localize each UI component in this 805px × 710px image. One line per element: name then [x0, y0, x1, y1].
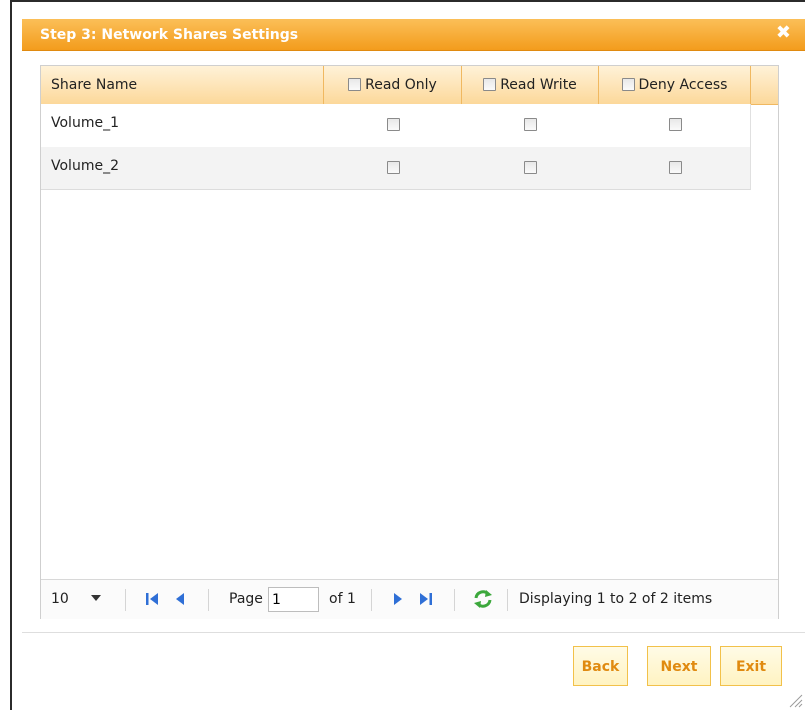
deny-access-checkbox[interactable]: [668, 160, 682, 174]
read-only-checkbox[interactable]: [386, 160, 400, 174]
read-only-cell: [324, 104, 462, 147]
read-write-checkbox[interactable]: [524, 160, 537, 174]
deny-access-cell: [599, 104, 751, 147]
shares-grid: Share Name Read Only Read Write Deny Acc…: [40, 65, 779, 619]
pager-separator: [371, 589, 372, 611]
grid-pager: 10 Page of 1: [41, 579, 778, 619]
pager-separator: [208, 589, 209, 611]
last-page-icon[interactable]: [419, 592, 433, 606]
table-row[interactable]: Volume_2: [41, 147, 751, 190]
read-only-cell: [324, 147, 462, 190]
read-only-select-all-checkbox[interactable]: [348, 77, 362, 91]
page-count-label: of 1: [329, 591, 356, 607]
refresh-icon[interactable]: [473, 589, 493, 609]
column-header-read-write: Read Write: [462, 66, 599, 104]
pager-separator: [125, 589, 126, 611]
deny-access-checkbox[interactable]: [668, 117, 682, 131]
column-header-read-only: Read Only: [324, 66, 462, 104]
column-header-spacer: [751, 66, 778, 104]
pager-status-text: Displaying 1 to 2 of 2 items: [519, 591, 713, 607]
exit-button[interactable]: Exit: [720, 646, 782, 686]
network-shares-dialog: Step 3: Network Shares Settings ✖ Share …: [22, 19, 805, 710]
deny-access-select-all-checkbox[interactable]: [621, 77, 635, 91]
page-label: Page: [229, 591, 263, 607]
column-header-label: Share Name: [51, 77, 138, 93]
share-name-cell: Volume_1: [51, 115, 119, 131]
column-header-label: Read Only: [365, 77, 437, 93]
resize-grip-icon[interactable]: [787, 692, 803, 708]
next-page-icon[interactable]: [393, 592, 403, 606]
footer-divider: [22, 632, 805, 633]
page-size-value[interactable]: 10: [51, 591, 69, 607]
column-header-deny-access: Deny Access: [599, 66, 751, 104]
dialog-title: Step 3: Network Shares Settings: [40, 27, 299, 43]
share-name-cell: Volume_2: [51, 158, 119, 174]
pager-separator: [454, 589, 455, 611]
read-write-cell: [462, 104, 599, 147]
read-write-cell: [462, 147, 599, 190]
dialog-titlebar[interactable]: Step 3: Network Shares Settings ✖: [22, 19, 805, 51]
page-number-input[interactable]: [268, 587, 319, 612]
table-row[interactable]: Volume_1: [41, 104, 751, 147]
window-frame-top: [10, 0, 805, 2]
back-button[interactable]: Back: [573, 646, 628, 686]
read-write-select-all-checkbox[interactable]: [483, 77, 497, 91]
read-write-checkbox[interactable]: [524, 117, 537, 131]
prev-page-icon[interactable]: [175, 592, 185, 606]
column-header-share-name[interactable]: Share Name: [41, 66, 324, 104]
read-only-checkbox[interactable]: [386, 117, 400, 131]
next-button[interactable]: Next: [647, 646, 711, 686]
grid-header: Share Name Read Only Read Write Deny Acc…: [41, 66, 778, 105]
deny-access-cell: [599, 147, 751, 190]
column-header-label: Read Write: [500, 77, 577, 93]
first-page-icon[interactable]: [145, 592, 159, 606]
window-frame-left: [10, 0, 12, 710]
column-header-label: Deny Access: [638, 77, 728, 93]
pager-separator: [507, 589, 508, 611]
close-icon[interactable]: ✖: [776, 22, 791, 44]
chevron-down-icon[interactable]: [91, 595, 101, 601]
